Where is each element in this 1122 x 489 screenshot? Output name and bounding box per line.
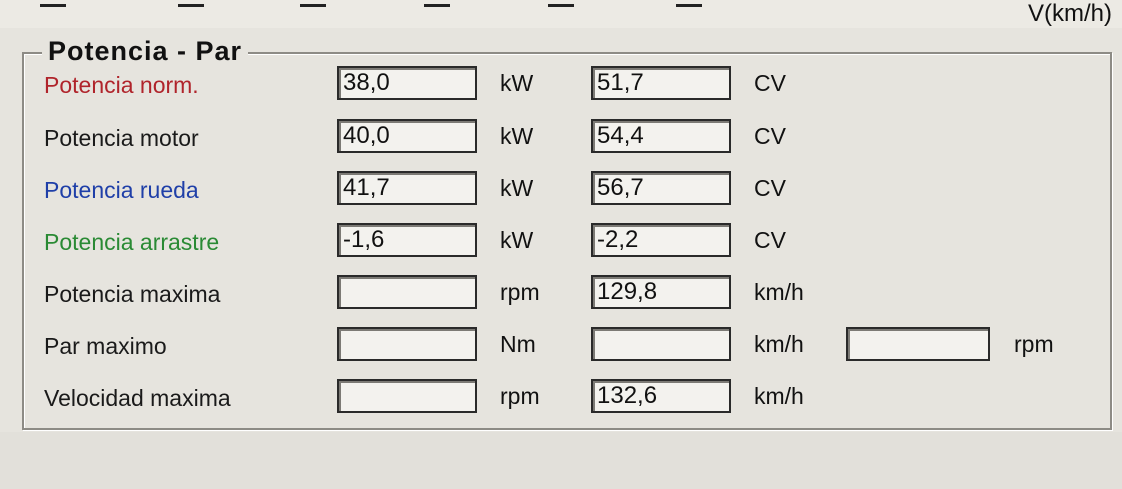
row-velocidad-maxima: Velocidad maxima rpm 132,6 km/h — [0, 377, 1122, 421]
row-potencia-arrastre: Potencia arrastre -1,6 kW -2,2 CV — [0, 221, 1122, 265]
unit-cv: CV — [754, 175, 786, 201]
par-maximo-rpm-field[interactable] — [846, 327, 990, 361]
label-potencia-motor: Potencia motor — [44, 125, 199, 151]
axis-tick — [178, 0, 204, 7]
bottom-panel — [0, 432, 1122, 489]
label-potencia-rueda: Potencia rueda — [44, 177, 199, 203]
potencia-rueda-cv-field[interactable]: 56,7 — [591, 171, 731, 205]
row-potencia-motor: Potencia motor 40,0 kW 54,4 CV — [0, 117, 1122, 161]
unit-kw: kW — [500, 123, 534, 149]
velocidad-maxima-kmh-field[interactable]: 132,6 — [591, 379, 731, 413]
unit-kw: kW — [500, 227, 534, 253]
unit-rpm: rpm — [500, 383, 540, 409]
label-velocidad-maxima: Velocidad maxima — [44, 385, 231, 411]
unit-rpm: rpm — [500, 279, 540, 305]
unit-cv: CV — [754, 227, 786, 253]
axis-tick — [424, 0, 450, 7]
potencia-norm-cv-field[interactable]: 51,7 — [591, 66, 731, 100]
par-maximo-nm-field[interactable] — [337, 327, 477, 361]
unit-nm: Nm — [500, 331, 536, 357]
unit-rpm: rpm — [1014, 331, 1054, 357]
potencia-norm-kw-field[interactable]: 38,0 — [337, 66, 477, 100]
row-potencia-norm: Potencia norm. 38,0 kW 51,7 CV — [0, 64, 1122, 108]
row-potencia-maxima: Potencia maxima rpm 129,8 km/h — [0, 273, 1122, 317]
unit-kmh: km/h — [754, 331, 804, 357]
axis-tick — [40, 0, 66, 7]
row-potencia-rueda: Potencia rueda 41,7 kW 56,7 CV — [0, 169, 1122, 213]
axis-unit-label: V(km/h) — [1028, 0, 1112, 27]
velocidad-maxima-rpm-field[interactable] — [337, 379, 477, 413]
axis-tick — [676, 0, 702, 7]
row-par-maximo: Par maximo Nm km/h rpm — [0, 325, 1122, 369]
potencia-motor-kw-field[interactable]: 40,0 — [337, 119, 477, 153]
unit-kw: kW — [500, 175, 534, 201]
potencia-maxima-rpm-field[interactable] — [337, 275, 477, 309]
label-potencia-norm: Potencia norm. — [44, 72, 199, 98]
unit-kmh: km/h — [754, 279, 804, 305]
unit-cv: CV — [754, 70, 786, 96]
label-potencia-arrastre: Potencia arrastre — [44, 229, 220, 255]
potencia-arrastre-kw-field[interactable]: -1,6 — [337, 223, 477, 257]
chart-axis-strip: V(km/h) — [0, 0, 1122, 28]
axis-tick — [300, 0, 326, 7]
potencia-arrastre-cv-field[interactable]: -2,2 — [591, 223, 731, 257]
potencia-rueda-kw-field[interactable]: 41,7 — [337, 171, 477, 205]
unit-kw: kW — [500, 70, 534, 96]
unit-cv: CV — [754, 123, 786, 149]
axis-tick — [548, 0, 574, 7]
par-maximo-kmh-field[interactable] — [591, 327, 731, 361]
groupbox-title: Potencia - Par — [42, 36, 249, 67]
potencia-motor-cv-field[interactable]: 54,4 — [591, 119, 731, 153]
potencia-maxima-kmh-field[interactable]: 129,8 — [591, 275, 731, 309]
label-potencia-maxima: Potencia maxima — [44, 281, 221, 307]
unit-kmh: km/h — [754, 383, 804, 409]
label-par-maximo: Par maximo — [44, 333, 167, 359]
